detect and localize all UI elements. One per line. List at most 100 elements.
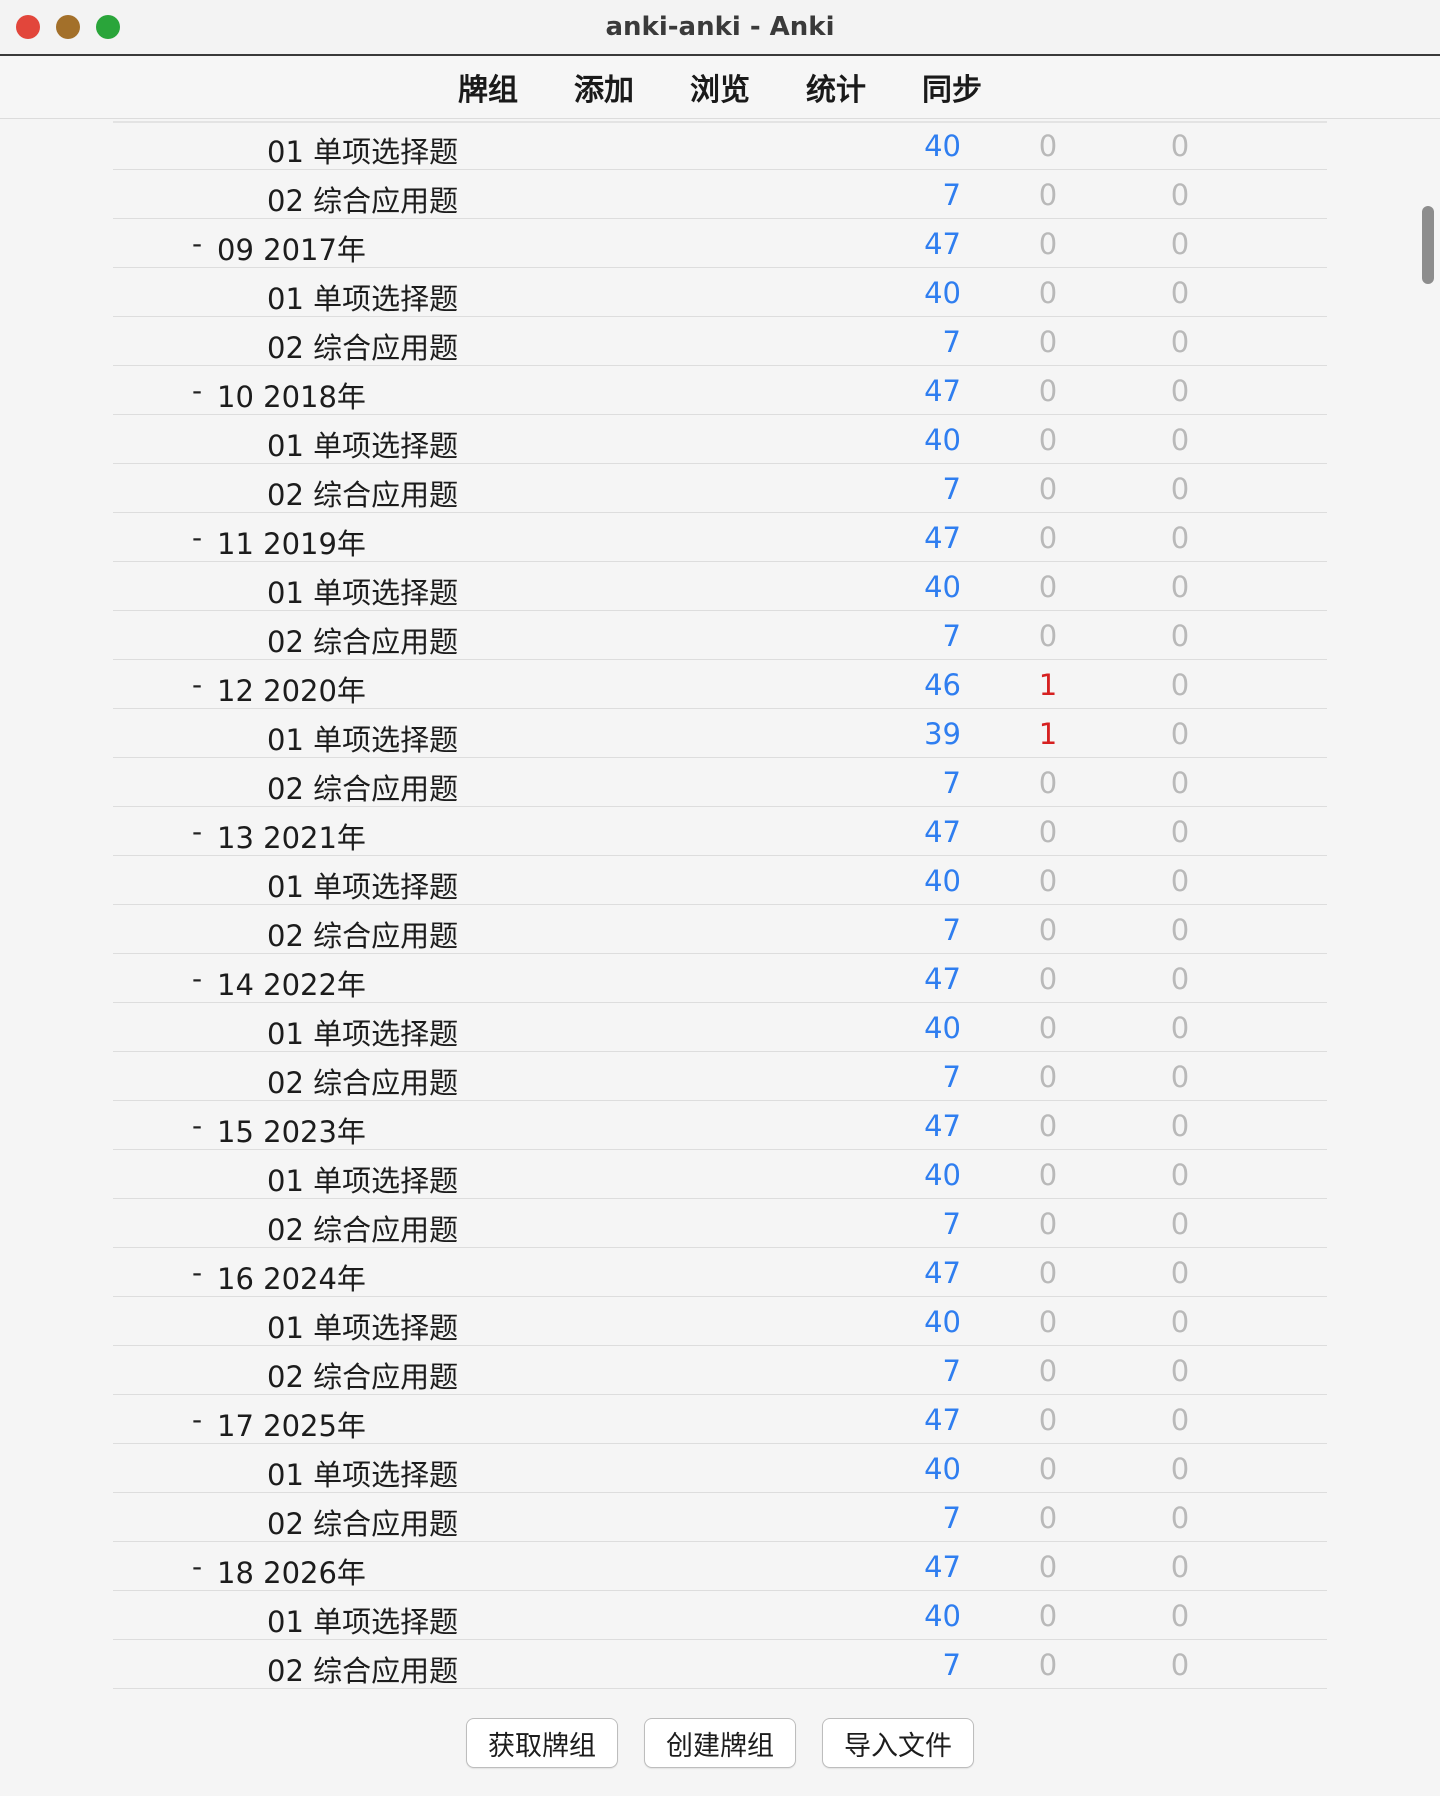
- deck-name[interactable]: 01 单项选择题: [267, 864, 458, 906]
- deck-name[interactable]: 02 综合应用题: [267, 1207, 458, 1249]
- review-count: 0: [1170, 129, 1190, 163]
- learn-count: 0: [1038, 1403, 1058, 1437]
- deck-name[interactable]: 02 综合应用题: [267, 178, 458, 220]
- deck-name[interactable]: 01 单项选择题: [267, 1011, 458, 1053]
- deck-row[interactable]: 02 综合应用题 7 0 0: [113, 1640, 1327, 1689]
- deck-name[interactable]: 12 2020年: [217, 668, 366, 710]
- deck-row[interactable]: 01 单项选择题 40 0 0: [113, 856, 1327, 905]
- deck-row[interactable]: -18 2026年 47 0 0: [113, 1542, 1327, 1591]
- tab-sync[interactable]: 同步: [894, 65, 1010, 109]
- learn-count: 0: [1038, 864, 1058, 898]
- deck-row[interactable]: -17 2025年 47 0 0: [113, 1395, 1327, 1444]
- collapse-toggle[interactable]: -: [187, 1256, 207, 1289]
- deck-row[interactable]: 02 综合应用题 7 0 0: [113, 1199, 1327, 1248]
- deck-row[interactable]: -12 2020年 46 1 0: [113, 660, 1327, 709]
- deck-name[interactable]: 01 单项选择题: [267, 717, 458, 759]
- deck-name[interactable]: 01 单项选择题: [267, 276, 458, 318]
- collapse-toggle[interactable]: -: [187, 374, 207, 407]
- deck-name[interactable]: 02 综合应用题: [267, 913, 458, 955]
- get-shared-decks-button[interactable]: 获取牌组: [466, 1718, 618, 1768]
- deck-row[interactable]: -11 2019年 47 0 0: [113, 513, 1327, 562]
- deck-name[interactable]: 10 2018年: [217, 374, 366, 416]
- deck-row[interactable]: -10 2018年 47 0 0: [113, 366, 1327, 415]
- deck-name[interactable]: 02 综合应用题: [267, 472, 458, 514]
- new-count: 47: [924, 962, 961, 996]
- deck-row[interactable]: 01 单项选择题 39 1 0: [113, 709, 1327, 758]
- deck-row[interactable]: -16 2024年 47 0 0: [113, 1248, 1327, 1297]
- deck-row[interactable]: 01 单项选择题 40 0 0: [113, 268, 1327, 317]
- deck-name[interactable]: 09 2017年: [217, 227, 366, 269]
- deck-name[interactable]: 01 单项选择题: [267, 1305, 458, 1347]
- deck-row[interactable]: 01 单项选择题 40 0 0: [113, 1003, 1327, 1052]
- tab-add[interactable]: 添加: [546, 65, 662, 109]
- review-count: 0: [1170, 1158, 1190, 1192]
- deck-name[interactable]: 17 2025年: [217, 1403, 366, 1445]
- deck-row[interactable]: -09 2017年 47 0 0: [113, 219, 1327, 268]
- collapse-toggle[interactable]: -: [187, 1550, 207, 1583]
- review-count: 0: [1170, 423, 1190, 457]
- learn-count: 0: [1038, 619, 1058, 653]
- vertical-scrollbar-thumb[interactable]: [1422, 206, 1434, 284]
- deck-row[interactable]: 02 综合应用题 7 0 0: [113, 464, 1327, 513]
- deck-row[interactable]: 01 单项选择题 40 0 0: [113, 1444, 1327, 1493]
- collapse-toggle[interactable]: -: [187, 815, 207, 848]
- deck-row[interactable]: 02 综合应用题 7 0 0: [113, 1493, 1327, 1542]
- deck-name[interactable]: 01 单项选择题: [267, 129, 458, 171]
- deck-name[interactable]: 02 综合应用题: [267, 1648, 458, 1690]
- deck-name[interactable]: 11 2019年: [217, 521, 366, 563]
- review-count: 0: [1170, 717, 1190, 751]
- review-count: 0: [1170, 815, 1190, 849]
- deck-name[interactable]: 02 综合应用题: [267, 1501, 458, 1543]
- deck-row[interactable]: 01 单项选择题 40 0 0: [113, 562, 1327, 611]
- deck-name[interactable]: 02 综合应用题: [267, 766, 458, 808]
- review-count: 0: [1170, 1452, 1190, 1486]
- import-file-button[interactable]: 导入文件: [822, 1718, 974, 1768]
- deck-name[interactable]: 16 2024年: [217, 1256, 366, 1298]
- new-count: 7: [942, 1354, 961, 1388]
- deck-name[interactable]: 02 综合应用题: [267, 619, 458, 661]
- title-bar[interactable]: anki-anki - Anki: [0, 0, 1440, 56]
- collapse-toggle[interactable]: -: [187, 962, 207, 995]
- new-count: 40: [924, 1305, 961, 1339]
- deck-name[interactable]: 14 2022年: [217, 962, 366, 1004]
- deck-name[interactable]: 01 单项选择题: [267, 1158, 458, 1200]
- deck-name[interactable]: 02 综合应用题: [267, 1060, 458, 1102]
- review-count: 0: [1170, 1550, 1190, 1584]
- deck-name[interactable]: 01 单项选择题: [267, 570, 458, 612]
- deck-row[interactable]: 01 单项选择题 40 0 0: [113, 121, 1327, 170]
- review-count: 0: [1170, 1599, 1190, 1633]
- deck-row[interactable]: 02 综合应用题 7 0 0: [113, 611, 1327, 660]
- deck-row[interactable]: 02 综合应用题 7 0 0: [113, 170, 1327, 219]
- tab-decks[interactable]: 牌组: [430, 65, 546, 109]
- deck-name[interactable]: 01 单项选择题: [267, 1452, 458, 1494]
- tab-browse[interactable]: 浏览: [662, 65, 778, 109]
- deck-name[interactable]: 13 2021年: [217, 815, 366, 857]
- deck-name[interactable]: 15 2023年: [217, 1109, 366, 1151]
- deck-row[interactable]: 01 单项选择题 40 0 0: [113, 415, 1327, 464]
- deck-row[interactable]: -15 2023年 47 0 0: [113, 1101, 1327, 1150]
- deck-name[interactable]: 01 单项选择题: [267, 423, 458, 465]
- collapse-toggle[interactable]: -: [187, 668, 207, 701]
- tab-stats[interactable]: 统计: [778, 65, 894, 109]
- create-deck-button[interactable]: 创建牌组: [644, 1718, 796, 1768]
- deck-row[interactable]: 02 综合应用题 7 0 0: [113, 905, 1327, 954]
- deck-row[interactable]: -14 2022年 47 0 0: [113, 954, 1327, 1003]
- collapse-toggle[interactable]: -: [187, 1403, 207, 1436]
- deck-row[interactable]: 01 单项选择题 40 0 0: [113, 1591, 1327, 1640]
- deck-name[interactable]: 01 单项选择题: [267, 1599, 458, 1641]
- deck-row[interactable]: -13 2021年 47 0 0: [113, 807, 1327, 856]
- collapse-toggle[interactable]: -: [187, 227, 207, 260]
- deck-name[interactable]: 02 综合应用题: [267, 325, 458, 367]
- deck-row[interactable]: 02 综合应用题 7 0 0: [113, 317, 1327, 366]
- deck-row[interactable]: 02 综合应用题 7 0 0: [113, 1052, 1327, 1101]
- deck-row[interactable]: 02 综合应用题 7 0 0: [113, 1346, 1327, 1395]
- deck-name[interactable]: 18 2026年: [217, 1550, 366, 1592]
- deck-row[interactable]: 01 单项选择题 40 0 0: [113, 1150, 1327, 1199]
- deck-row[interactable]: 01 单项选择题 40 0 0: [113, 1297, 1327, 1346]
- review-count: 0: [1170, 227, 1190, 261]
- collapse-toggle[interactable]: -: [187, 521, 207, 554]
- deck-name[interactable]: 02 综合应用题: [267, 1354, 458, 1396]
- new-count: 40: [924, 276, 961, 310]
- collapse-toggle[interactable]: -: [187, 1109, 207, 1142]
- deck-row[interactable]: 02 综合应用题 7 0 0: [113, 758, 1327, 807]
